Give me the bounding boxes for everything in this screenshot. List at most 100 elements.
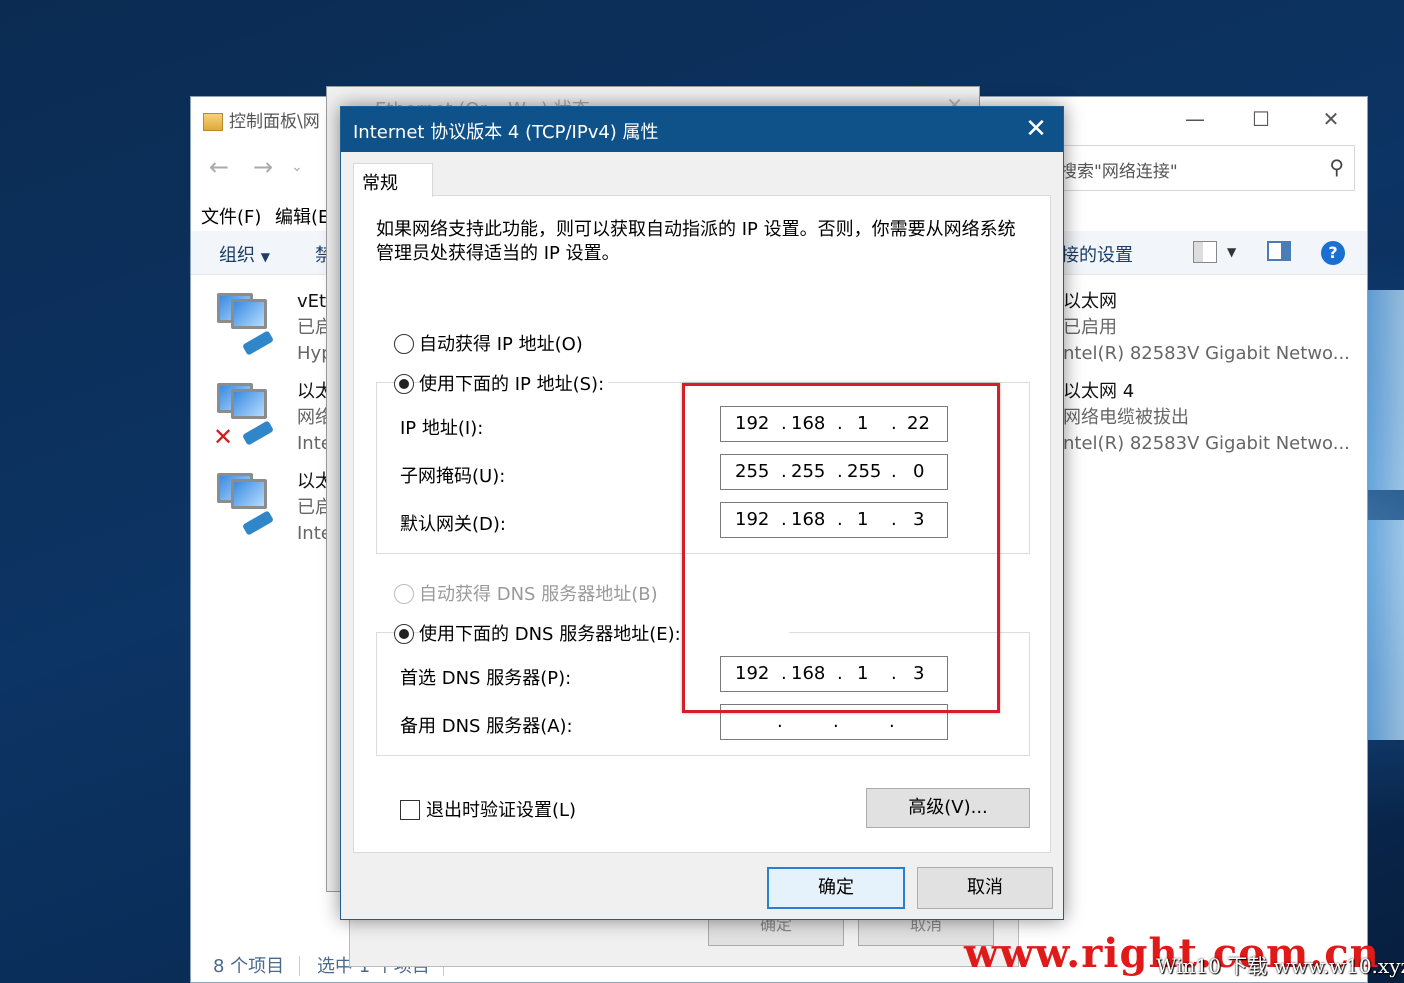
- subnet-mask-label: 子网掩码(U):: [400, 466, 506, 487]
- help-icon[interactable]: ?: [1321, 241, 1345, 265]
- item-count: 8 个项目: [213, 956, 285, 977]
- organize-button[interactable]: 组织 ▼: [219, 241, 270, 267]
- octet: 22: [907, 413, 930, 434]
- tab-general-label: 常规: [362, 173, 398, 194]
- adapter-status: 已启用: [1063, 317, 1117, 338]
- octet-separator: .: [833, 711, 839, 732]
- network-adapter-icon: [213, 289, 275, 356]
- octet: 168: [791, 413, 826, 434]
- adapter-name: 以太网 4: [1063, 381, 1135, 402]
- alternate-dns-field[interactable]: . . .: [720, 704, 948, 740]
- preview-pane-icon[interactable]: [1267, 241, 1291, 261]
- gateway-field[interactable]: 192. 168. 1. 3: [720, 502, 948, 538]
- octet: 1: [857, 663, 869, 684]
- octet: 0: [913, 461, 925, 482]
- octet: 192: [735, 413, 770, 434]
- octet-separator: .: [891, 509, 897, 530]
- ip-address-label: IP 地址(I):: [400, 418, 484, 439]
- dialog-title: Internet 协议版本 4 (TCP/IPv4) 属性: [353, 122, 659, 143]
- adapter-name: 以太网: [1063, 291, 1117, 312]
- octet: 3: [913, 509, 925, 530]
- octet: 192: [735, 509, 770, 530]
- octet: 3: [913, 663, 925, 684]
- octet-separator: .: [777, 711, 783, 732]
- behind-ok-button[interactable]: 确定: [708, 918, 844, 946]
- watermark-w10: Win10 下载 www.w10.xyz: [1156, 954, 1404, 978]
- maximize-icon[interactable]: ☐: [1241, 105, 1281, 133]
- chevron-down-icon: ▼: [260, 250, 270, 264]
- octet-separator: .: [837, 461, 843, 482]
- preferred-dns-label: 首选 DNS 服务器(P):: [400, 668, 572, 689]
- menu-edit[interactable]: 编辑(E: [275, 203, 329, 229]
- explorer-title-text: 控制面板\网: [229, 112, 320, 132]
- octet-separator: .: [889, 711, 895, 732]
- search-placeholder: 搜索"网络连接": [1060, 162, 1178, 182]
- intro-text: 如果网络支持此功能，则可以获取自动指派的 IP 设置。否则，你需要从网络系统管理…: [376, 219, 1016, 264]
- octet-separator: .: [837, 509, 843, 530]
- advanced-button[interactable]: 高级(V)...: [866, 788, 1030, 828]
- behind-cancel-label: 取消: [909, 918, 942, 934]
- auto-dns-radio[interactable]: [394, 584, 414, 604]
- cancel-button[interactable]: 取消: [917, 867, 1053, 909]
- octet: 255: [847, 461, 882, 482]
- close-icon[interactable]: ✕: [1023, 114, 1049, 144]
- octet-separator: .: [891, 663, 897, 684]
- manual-dns-radio[interactable]: [394, 624, 414, 644]
- recent-dropdown-icon[interactable]: ⌄: [291, 159, 303, 175]
- adapter-device: ntel(R) 82583V Gigabit Netwo...: [1063, 343, 1350, 364]
- ipv4-properties-dialog: Internet 协议版本 4 (TCP/IPv4) 属性 ✕ 常规 如果网络支…: [340, 106, 1064, 920]
- alternate-dns-label: 备用 DNS 服务器(A):: [400, 716, 573, 737]
- adapter-device: ntel(R) 82583V Gigabit Netwo...: [1063, 433, 1350, 454]
- view-options-icon[interactable]: [1193, 241, 1217, 263]
- octet: 168: [791, 509, 826, 530]
- windows-logo-glow: [1364, 290, 1404, 750]
- auto-ip-radio[interactable]: [394, 334, 414, 354]
- search-icon[interactable]: ⚲: [1329, 155, 1344, 179]
- change-settings-button[interactable]: 接的设置: [1061, 241, 1133, 267]
- view-dropdown-icon[interactable]: ▼: [1227, 245, 1236, 259]
- octet-separator: .: [891, 461, 897, 482]
- subnet-mask-field[interactable]: 255. 255. 255. 0: [720, 454, 948, 490]
- dialog-titlebar: Internet 协议版本 4 (TCP/IPv4) 属性 ✕: [341, 107, 1063, 152]
- network-adapter-icon: [213, 469, 275, 536]
- octet: 168: [791, 663, 826, 684]
- octet-separator: .: [781, 509, 787, 530]
- auto-ip-label[interactable]: 自动获得 IP 地址(O): [419, 330, 583, 356]
- forward-arrow-icon[interactable]: →: [253, 153, 273, 181]
- octet: 255: [791, 461, 826, 482]
- manual-ip-radio[interactable]: [394, 374, 414, 394]
- ok-button[interactable]: 确定: [767, 867, 905, 909]
- octet-separator: .: [781, 663, 787, 684]
- status-divider: [299, 956, 300, 976]
- validate-checkbox[interactable]: [400, 800, 420, 820]
- octet: 192: [735, 663, 770, 684]
- behind-ok-label: 确定: [759, 918, 792, 934]
- tab-general[interactable]: 常规: [353, 163, 433, 197]
- explorer-title: 控制面板\网: [203, 107, 333, 132]
- octet-separator: .: [781, 461, 787, 482]
- octet-separator: .: [891, 413, 897, 434]
- validate-label[interactable]: 退出时验证设置(L): [426, 796, 576, 822]
- octet-separator: .: [837, 413, 843, 434]
- manual-dns-label[interactable]: 使用下面的 DNS 服务器地址(E):: [419, 620, 789, 646]
- octet-separator: .: [781, 413, 787, 434]
- menu-file[interactable]: 文件(F): [201, 203, 261, 229]
- control-panel-icon: [203, 113, 223, 131]
- general-panel: 如果网络支持此功能，则可以获取自动指派的 IP 设置。否则，你需要从网络系统管理…: [353, 195, 1051, 853]
- manual-ip-label[interactable]: 使用下面的 IP 地址(S):: [419, 370, 609, 396]
- octet: 1: [857, 509, 869, 530]
- auto-dns-label[interactable]: 自动获得 DNS 服务器地址(B): [419, 580, 658, 606]
- search-input[interactable]: 搜索"网络连接" ⚲: [1055, 145, 1355, 191]
- octet: 255: [735, 461, 770, 482]
- adapter-status: 网络电缆被拔出: [1063, 407, 1189, 428]
- preferred-dns-field[interactable]: 192. 168. 1. 3: [720, 656, 948, 692]
- organize-label: 组织: [219, 245, 255, 266]
- disconnected-x-icon: ✕: [213, 423, 234, 451]
- close-icon[interactable]: ✕: [1311, 105, 1351, 133]
- back-arrow-icon[interactable]: ←: [209, 153, 229, 181]
- octet-separator: .: [837, 663, 843, 684]
- minimize-icon[interactable]: —: [1175, 105, 1215, 133]
- ip-address-field[interactable]: 192. 168. 1. 22: [720, 406, 948, 442]
- gateway-label: 默认网关(D):: [400, 514, 506, 535]
- octet: 1: [857, 413, 869, 434]
